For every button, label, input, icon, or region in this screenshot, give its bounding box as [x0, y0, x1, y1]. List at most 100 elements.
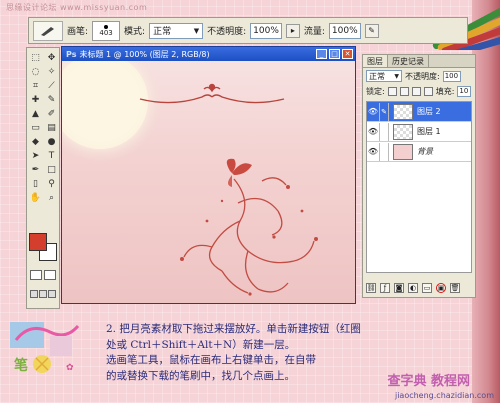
fill-label: 填充:	[435, 87, 455, 96]
instruction-line: 处或 Ctrl＋Shift＋Alt＋N）新建一层。	[106, 338, 296, 351]
new-group-icon[interactable]: ▭	[422, 283, 432, 293]
layer-style-icon[interactable]: ƒ	[380, 283, 390, 293]
notes-icon[interactable]: ▯	[28, 177, 43, 190]
stamp-icon[interactable]: ▲	[28, 107, 43, 120]
close-button[interactable]: ✕	[342, 49, 353, 59]
layer-opacity-label: 不透明度:	[405, 71, 440, 81]
link-layers-icon[interactable]: ⛓	[366, 283, 376, 293]
screen-mode-full-button[interactable]	[48, 290, 56, 298]
flow-input[interactable]: 100%	[328, 22, 361, 39]
svg-text:✿: ✿	[66, 363, 74, 373]
blend-mode-value: 正常	[369, 71, 385, 81]
screen-mode-standard-button[interactable]	[30, 290, 38, 298]
opacity-value: 100%	[253, 25, 279, 36]
eraser-icon[interactable]: ▭	[28, 121, 43, 134]
brush-tool-icon[interactable]: ✎	[44, 93, 59, 106]
layer-opacity-input[interactable]: 100	[442, 70, 461, 82]
opacity-label: 不透明度:	[207, 27, 247, 37]
brush-icon	[41, 26, 54, 36]
new-layer-icon[interactable]: ▣	[436, 283, 446, 293]
link-slot	[379, 142, 389, 161]
history-brush-icon[interactable]: ✐	[44, 107, 59, 120]
layer-thumbnail	[393, 143, 413, 160]
layer-opacity-value: 100	[444, 71, 459, 80]
brush-dot-icon	[104, 24, 109, 29]
canvas-artwork	[62, 61, 318, 296]
lock-all-icon[interactable]	[423, 87, 433, 96]
opacity-input[interactable]: 100%	[250, 22, 282, 39]
canvas[interactable]	[62, 61, 355, 303]
floral-swirls	[183, 177, 315, 294]
svg-text:笔: 笔	[14, 357, 28, 374]
layer-row[interactable]: 👁 ✎ 图层 2	[367, 102, 471, 122]
site-watermark: 思缘设计论坛 www.missyuan.com	[6, 3, 148, 12]
document-window: Ps 未标题 1 @ 100% (图层 2, RGB/8) _ □ ✕	[61, 46, 356, 304]
chevron-down-icon: ▼	[394, 72, 399, 80]
airbrush-icon[interactable]: ✎	[364, 23, 379, 38]
hand-icon[interactable]: ✋	[28, 191, 43, 204]
footer-brand: 查字典 教程网	[387, 374, 470, 389]
move-icon[interactable]: ✥	[44, 51, 59, 64]
dodge-icon[interactable]: ●	[44, 135, 59, 148]
healing-brush-icon[interactable]: ✚	[28, 93, 43, 106]
layer-thumbnail	[393, 103, 413, 120]
lock-transparency-icon[interactable]	[387, 87, 397, 96]
slice-icon[interactable]: ⟋	[44, 79, 59, 92]
foreground-color-swatch[interactable]	[29, 233, 47, 251]
butterfly	[226, 158, 252, 187]
crop-icon[interactable]: ⌗	[28, 79, 43, 92]
instruction-line: 2. 把月亮素材取下拖过来摆放好。单击新建按钮（红圈	[106, 323, 361, 335]
brush-label: 画笔:	[67, 27, 89, 37]
eye-icon[interactable]: 👁	[367, 107, 379, 116]
screen-mode-full-menu-button[interactable]	[39, 290, 47, 298]
lock-position-icon[interactable]	[411, 87, 421, 96]
brush-picker[interactable]: 403	[92, 20, 121, 41]
link-slot	[379, 122, 389, 141]
brush-tool-preset-button[interactable]	[33, 20, 63, 41]
tutorial-logo: 笔 ✿	[6, 318, 106, 380]
lock-pixels-icon[interactable]	[399, 87, 409, 96]
tutorial-logo-art: 笔 ✿	[10, 322, 80, 374]
zoom-icon[interactable]: ⌕	[44, 191, 59, 204]
eye-icon[interactable]: 👁	[367, 127, 379, 136]
lasso-icon[interactable]: ◌	[28, 65, 43, 78]
fill-input[interactable]: 10	[457, 86, 472, 97]
tab-history[interactable]: 历史记录	[388, 55, 429, 67]
opacity-arrow-icon[interactable]: ▸	[285, 23, 300, 38]
blur-icon[interactable]: ◆	[28, 135, 43, 148]
gradient-icon[interactable]: ▤	[44, 121, 59, 134]
marquee-icon[interactable]: ⬚	[28, 51, 43, 64]
toolbox: ⬚ ✥ ◌ ✧ ⌗ ⟋ ✚ ✎ ▲ ✐ ▭ ▤ ◆ ● ➤ T ✒ □ ▯ ⚲ …	[26, 47, 60, 309]
tab-layers[interactable]: 图层	[363, 55, 388, 67]
layer-name: 图层 1	[417, 127, 441, 136]
adjustment-layer-icon[interactable]: ◐	[408, 283, 418, 293]
instruction-line: 选画笔工具，鼠标在画布上右键单击，在自带	[106, 354, 316, 366]
lock-label: 锁定:	[366, 87, 385, 96]
blend-mode-select[interactable]: 正常 ▼	[366, 70, 402, 82]
flow-value: 100%	[331, 25, 358, 36]
brush-size: 403	[99, 28, 113, 37]
type-icon[interactable]: T	[44, 149, 59, 162]
layer-row[interactable]: 👁 图层 1	[367, 122, 471, 142]
shape-icon[interactable]: □	[44, 163, 59, 176]
eyedropper-icon[interactable]: ⚲	[44, 177, 59, 190]
layer-mask-icon[interactable]: ◙	[394, 283, 404, 293]
magic-wand-icon[interactable]: ✧	[44, 65, 59, 78]
layer-name: 图层 2	[417, 107, 441, 116]
mode-label: 模式:	[124, 27, 146, 37]
quick-mask-button[interactable]	[44, 270, 56, 280]
pen-icon[interactable]: ✒	[28, 163, 43, 176]
eye-icon[interactable]: 👁	[367, 147, 379, 156]
layer-thumbnail	[393, 123, 413, 140]
maximize-button[interactable]: □	[329, 49, 340, 59]
mode-select[interactable]: 正常 ▼	[149, 22, 204, 39]
document-title-bar[interactable]: Ps 未标题 1 @ 100% (图层 2, RGB/8) _ □ ✕	[62, 47, 355, 61]
options-bar: 画笔: 403 模式: 正常 ▼ 不透明度: 100% ▸ 流量: 100% ✎	[28, 17, 468, 44]
path-select-icon[interactable]: ➤	[28, 149, 43, 162]
delete-layer-icon[interactable]: 🗑	[450, 283, 460, 293]
layer-row[interactable]: 👁 背景	[367, 142, 471, 162]
standard-mode-button[interactable]	[30, 270, 42, 280]
color-swatches[interactable]	[29, 233, 59, 263]
minimize-button[interactable]: _	[316, 49, 327, 59]
ps-badge: Ps	[66, 49, 77, 59]
